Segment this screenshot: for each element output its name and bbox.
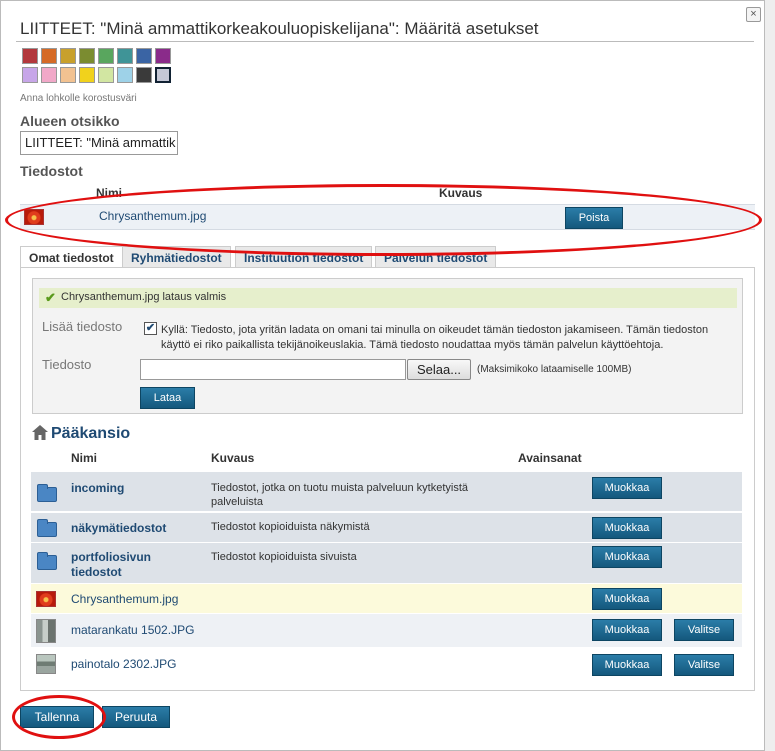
- color-swatch[interactable]: [117, 67, 133, 83]
- max-size-note: (Maksimikoko lataamiselle 100MB): [477, 364, 632, 375]
- save-button[interactable]: Tallenna: [20, 706, 94, 728]
- files-table-header: Nimi Kuvaus: [20, 184, 755, 202]
- folder-header-tags: Avainsanat: [518, 451, 582, 465]
- folder-header-description: Kuvaus: [211, 451, 255, 465]
- row-description: Tiedostot kopioiduista sivuista: [211, 551, 357, 563]
- table-row: näkymätiedostot Tiedostot kopioiduista n…: [31, 512, 742, 542]
- cancel-button[interactable]: Peruuta: [102, 706, 170, 728]
- edit-button[interactable]: Muokkaa: [592, 588, 662, 610]
- color-swatch[interactable]: [22, 48, 38, 64]
- color-swatch[interactable]: [117, 48, 133, 64]
- tab-own-files[interactable]: Omat tiedostot: [20, 246, 123, 269]
- success-text: Chrysanthemum.jpg lataus valmis: [61, 291, 227, 303]
- home-icon: [32, 425, 48, 440]
- area-title-label: Alueen otsikko: [20, 113, 120, 129]
- color-hint: Anna lohkolle korostusväri: [20, 93, 137, 104]
- upload-button[interactable]: Lataa: [140, 387, 195, 409]
- edit-button[interactable]: Muokkaa: [592, 546, 662, 568]
- color-swatch-palette: [22, 48, 182, 83]
- folder-icon: [37, 519, 57, 537]
- file-link[interactable]: Chrysanthemum.jpg: [71, 592, 178, 606]
- folder-title[interactable]: Pääkansio: [51, 425, 130, 443]
- dialog-title: LIITTEET: "Minä ammattikorkeakouluopiske…: [20, 19, 539, 38]
- background-page-edge: [764, 0, 775, 751]
- consent-checkbox[interactable]: ✔: [144, 322, 157, 335]
- close-icon[interactable]: ×: [746, 7, 761, 22]
- folder-icon: [37, 484, 57, 502]
- file-path-input[interactable]: [140, 359, 406, 380]
- folder-header-name: Nimi: [71, 451, 98, 465]
- tab-institution-files[interactable]: Instituution tiedostot: [235, 246, 373, 268]
- attached-file-link[interactable]: Chrysanthemum.jpg: [99, 209, 206, 223]
- folder-table-header: Nimi Kuvaus Avainsanat: [31, 451, 742, 469]
- table-row: incoming Tiedostot, jotka on tuotu muist…: [31, 471, 742, 511]
- attached-file-row: Chrysanthemum.jpg Poista: [20, 204, 755, 230]
- select-button[interactable]: Valitse: [674, 619, 734, 641]
- photo-thumbnail-icon: [36, 654, 56, 674]
- checkmark-icon: ✔: [45, 290, 56, 305]
- files-header-description: Kuvaus: [439, 186, 483, 200]
- table-row: matarankatu 1502.JPG Muokkaa Valitse: [31, 613, 742, 647]
- edit-button[interactable]: Muokkaa: [592, 477, 662, 499]
- edit-button[interactable]: Muokkaa: [592, 619, 662, 641]
- area-title-input[interactable]: LIITTEET: "Minä ammattik: [20, 131, 178, 155]
- files-section-label: Tiedostot: [20, 163, 83, 179]
- title-divider: [16, 41, 754, 42]
- color-swatch[interactable]: [98, 48, 114, 64]
- row-description: Tiedostot, jotka on tuotu muista palvelu…: [211, 482, 469, 508]
- color-swatch[interactable]: [22, 67, 38, 83]
- tab-group-files[interactable]: Ryhmätiedostot: [122, 246, 231, 268]
- flower-thumbnail-icon: [24, 209, 44, 225]
- folder-link[interactable]: näkymätiedostot: [71, 521, 166, 535]
- photo-thumbnail-icon: [36, 619, 56, 643]
- color-swatch[interactable]: [60, 67, 76, 83]
- file-label: Tiedosto: [42, 357, 92, 372]
- flower-thumbnail-icon: [36, 591, 56, 607]
- color-swatch[interactable]: [155, 48, 171, 64]
- color-swatch[interactable]: [60, 48, 76, 64]
- color-swatch[interactable]: [79, 67, 95, 83]
- table-row: painotalo 2302.JPG Muokkaa Valitse: [31, 647, 742, 681]
- color-swatch[interactable]: [98, 67, 114, 83]
- add-file-label: Lisää tiedosto: [42, 319, 123, 334]
- folder-icon: [37, 552, 57, 570]
- color-swatch[interactable]: [136, 48, 152, 64]
- folder-link[interactable]: incoming: [71, 481, 124, 495]
- edit-button[interactable]: Muokkaa: [592, 654, 662, 676]
- folder-link[interactable]: portfoliosivun tiedostot: [71, 550, 181, 580]
- color-swatch[interactable]: [155, 67, 171, 83]
- remove-file-button[interactable]: Poista: [565, 207, 623, 229]
- browse-button[interactable]: Selaa...: [407, 359, 471, 380]
- color-swatch[interactable]: [136, 67, 152, 83]
- file-link[interactable]: painotalo 2302.JPG: [71, 657, 176, 671]
- settings-dialog: × LIITTEET: "Minä ammattikorkeakouluopis…: [0, 0, 765, 751]
- row-description: Tiedostot kopioiduista näkymistä: [211, 521, 370, 533]
- files-header-name: Nimi: [96, 186, 123, 200]
- edit-button[interactable]: Muokkaa: [592, 517, 662, 539]
- color-swatch[interactable]: [41, 67, 57, 83]
- color-swatch[interactable]: [41, 48, 57, 64]
- select-button[interactable]: Valitse: [674, 654, 734, 676]
- table-row: portfoliosivun tiedostot Tiedostot kopio…: [31, 542, 742, 583]
- tab-service-files[interactable]: Palvelun tiedostot: [375, 246, 497, 268]
- table-row: Chrysanthemum.jpg Muokkaa: [31, 583, 742, 613]
- file-link[interactable]: matarankatu 1502.JPG: [71, 623, 194, 637]
- upload-success-message: ✔ Chrysanthemum.jpg lataus valmis: [39, 288, 737, 308]
- color-swatch[interactable]: [79, 48, 95, 64]
- consent-text: Kyllä: Tiedosto, jota yritän ladata on o…: [161, 324, 709, 351]
